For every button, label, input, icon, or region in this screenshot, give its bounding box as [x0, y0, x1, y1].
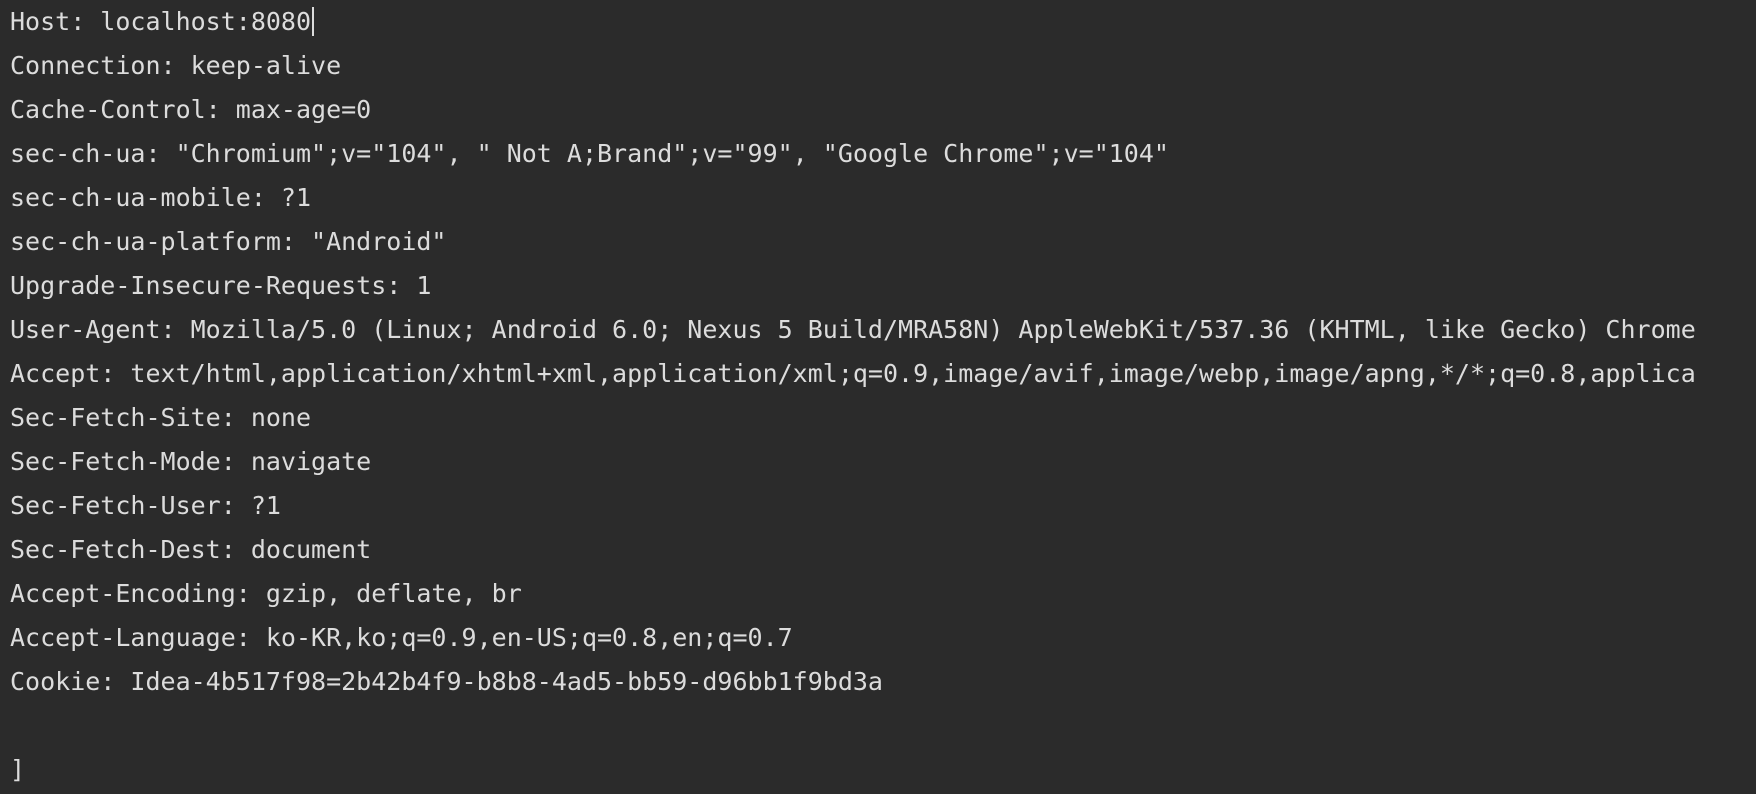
console-line: Cookie: Idea-4b517f98=2b42b4f9-b8b8-4ad5…: [10, 667, 883, 696]
console-output[interactable]: Host: localhost:8080 Connection: keep-al…: [0, 0, 1756, 794]
console-line: Connection: keep-alive: [10, 51, 342, 80]
console-line: sec-ch-ua-mobile: ?1: [10, 183, 312, 212]
console-line-host[interactable]: Host: localhost:8080: [10, 7, 1756, 51]
console-line: sec-ch-ua: "Chromium";v="104", " Not A;B…: [10, 139, 1169, 168]
console-line: Sec-Fetch-Site: none: [10, 403, 312, 432]
console-line: Sec-Fetch-Mode: navigate: [10, 447, 372, 476]
console-line: Accept-Language: ko-KR,ko;q=0.9,en-US;q=…: [10, 623, 793, 652]
console-line: Cache-Control: max-age=0: [10, 95, 372, 124]
console-line-empty: [10, 711, 1756, 755]
console-line: Accept-Encoding: gzip, deflate, br: [10, 579, 522, 608]
console-line: User-Agent: Mozilla/5.0 (Linux; Android …: [10, 315, 1696, 344]
console-line: Sec-Fetch-Dest: document: [10, 535, 372, 564]
text-cursor: [312, 7, 315, 36]
console-line: Accept: text/html,application/xhtml+xml,…: [10, 359, 1696, 388]
console-line: sec-ch-ua-platform: "Android": [10, 227, 447, 256]
console-line: Upgrade-Insecure-Requests: 1: [10, 271, 432, 300]
console-line-text: Host: localhost:8080: [10, 7, 312, 36]
console-line: ]: [10, 755, 26, 784]
console-line: Sec-Fetch-User: ?1: [10, 491, 281, 520]
